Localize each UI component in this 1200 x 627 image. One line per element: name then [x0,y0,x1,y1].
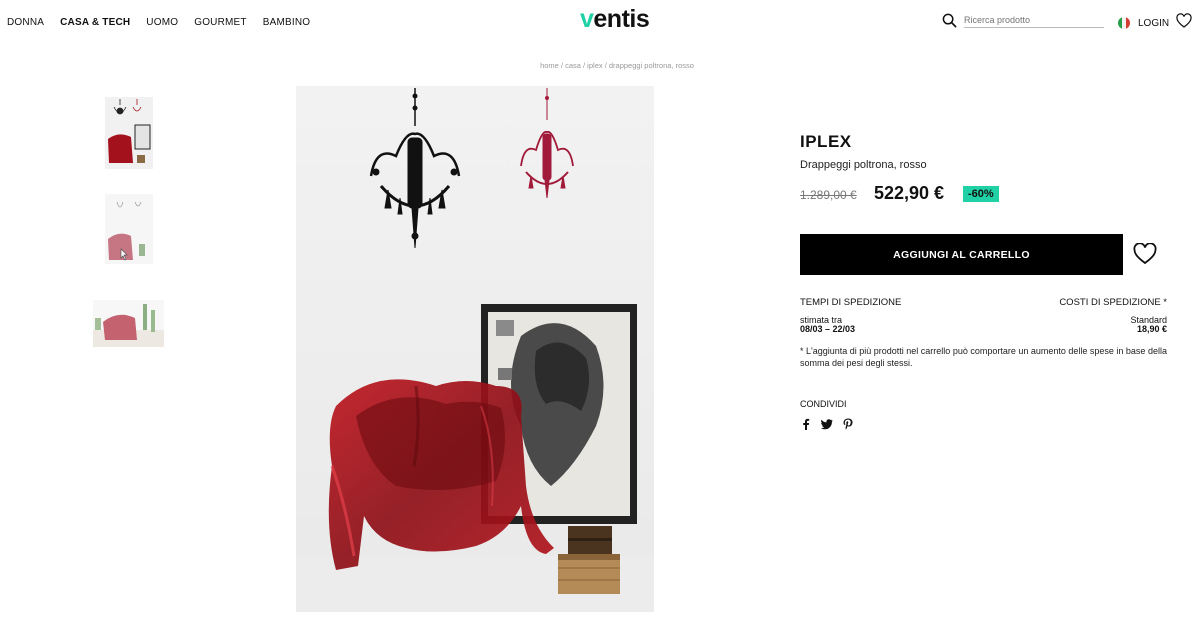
old-price: 1.289,00 € [800,188,857,202]
logo-text: entis [593,5,650,33]
logo-v: v [580,5,594,33]
facebook-icon[interactable] [800,418,812,430]
nav-item-uomo[interactable]: UOMO [146,17,178,28]
add-to-cart-button[interactable]: AGGIUNGI AL CARRELLO [800,234,1123,275]
sale-price: 522,90 € [874,183,945,203]
product-brand[interactable]: IPLEX [800,132,852,152]
product-main-image[interactable] [296,86,654,612]
product-name: Drappeggi poltrona, rosso [800,159,927,171]
discount-badge: -60% [963,186,999,202]
social-share-icons [800,418,854,430]
thumbnail-2[interactable] [105,194,153,264]
shipping-cost-title: COSTI DI SPEDIZIONE * [1059,297,1167,308]
search-icon[interactable] [942,13,957,28]
shipping-times-title: TEMPI DI SPEDIZIONE [800,297,902,308]
login-link[interactable]: LOGIN [1138,18,1169,29]
nav-item-casa-tech[interactable]: CASA & TECH [60,17,130,28]
share-title: CONDIVIDI [800,399,847,409]
thumbnail-3[interactable] [93,300,164,347]
nav-item-donna[interactable]: DONNA [7,17,44,28]
product-photo [296,86,654,612]
shipping-standard-price: 18,90 € [1136,324,1167,334]
thumbnail-1[interactable] [105,97,153,169]
pinterest-icon[interactable] [842,418,854,430]
search-input[interactable] [964,13,1104,28]
thumbnail-2-image [108,201,145,261]
main-nav: DONNA CASA & TECH UOMO GOURMET BAMBINO [7,17,326,28]
shipping-note: * L'aggiunta di più prodotti nel carrell… [800,346,1167,368]
ventis-logo[interactable]: ventis [580,5,650,34]
thumbnail-3-image [93,304,164,347]
wishlist-heart-icon[interactable] [1176,13,1192,29]
shipping-eta-dates: 08/03 – 22/03 [800,324,856,334]
breadcrumb[interactable]: home / casa / iplex / drappeggi poltrona… [0,61,1200,70]
italy-flag-icon[interactable] [1118,17,1130,29]
thumbnail-1-image [108,99,151,163]
add-to-wishlist-heart-icon[interactable] [1133,243,1157,265]
nav-item-gourmet[interactable]: GOURMET [194,17,247,28]
twitter-icon[interactable] [821,418,833,430]
nav-item-bambino[interactable]: BAMBINO [263,17,311,28]
search-bar [942,13,1104,28]
